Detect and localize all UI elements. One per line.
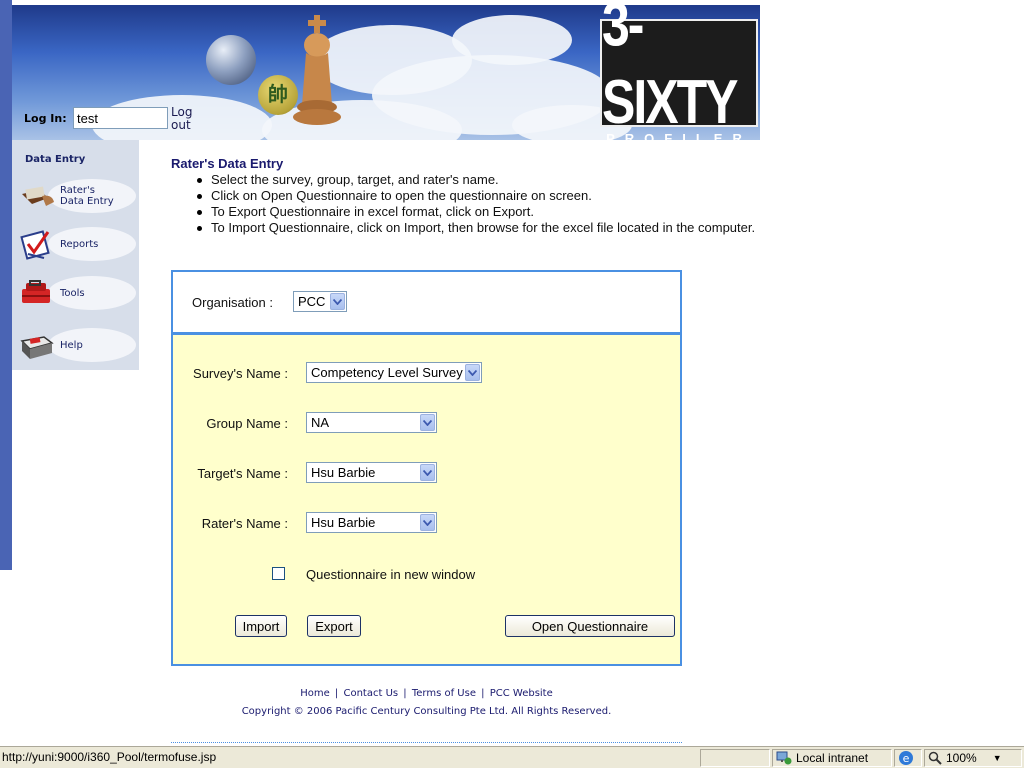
footer-link-contact-us[interactable]: Contact Us: [343, 688, 398, 699]
chess-king-icon: [293, 15, 341, 125]
zoom-control[interactable]: 100% ▼: [924, 749, 1022, 767]
group-name-label: Group Name :: [206, 416, 288, 431]
divider: [171, 742, 682, 745]
chevron-down-icon: [420, 414, 435, 431]
instruction-item: To Export Questionnaire in excel format,…: [195, 204, 755, 220]
security-zone: Local intranet: [772, 749, 892, 767]
svg-text:e: e: [903, 752, 910, 765]
zoom-icon: [928, 751, 942, 765]
import-button[interactable]: Import: [235, 615, 287, 637]
target-name-label: Target's Name :: [197, 466, 288, 481]
footer-link-home[interactable]: Home: [300, 688, 330, 699]
hand-clipboard-icon: [22, 186, 54, 206]
instruction-item: To Import Questionnaire, click on Import…: [195, 220, 755, 236]
group-name-select[interactable]: NA: [306, 412, 437, 433]
new-window-label: Questionnaire in new window: [306, 567, 476, 582]
page-title: Rater's Data Entry: [171, 156, 284, 171]
footer-link-terms-of-use[interactable]: Terms of Use: [412, 688, 476, 699]
organisation-label: Organisation :: [192, 295, 273, 310]
instruction-item: Click on Open Questionnaire to open the …: [195, 188, 755, 204]
survey-name-label: Survey's Name :: [193, 366, 288, 381]
instruction-item: Select the survey, group, target, and ra…: [195, 172, 755, 188]
ie-protected-mode[interactable]: e: [894, 749, 922, 767]
organisation-select[interactable]: PCC: [293, 291, 347, 312]
logout-link[interactable]: Log out: [171, 106, 192, 132]
sidebar: Data Entry Rater's Data Entry Reports Too…: [12, 140, 139, 370]
checklist-icon: [20, 230, 50, 260]
browser-status-bar: http://yuni:9000/i360_Pool/termofuse.jsp…: [0, 746, 1024, 768]
chevron-down-icon: [330, 293, 345, 310]
copyright-text: Copyright © 2006 Pacific Century Consult…: [241, 706, 612, 717]
sidebar-title: Data Entry: [25, 154, 86, 165]
left-stripe: [0, 0, 12, 570]
sidebar-item-tools[interactable]: Tools: [18, 273, 136, 313]
status-url: http://yuni:9000/i360_Pool/termofuse.jsp: [2, 750, 217, 764]
ie-icon: e: [899, 751, 913, 765]
rater-name-select[interactable]: Hsu Barbie: [306, 512, 437, 533]
intranet-icon: [776, 751, 792, 765]
sidebar-item-raters-data-entry[interactable]: Rater's Data Entry: [18, 176, 136, 216]
footer-links: Home | Contact Us | Terms of Use | PCC W…: [300, 688, 553, 699]
rater-name-label: Rater's Name :: [201, 516, 288, 531]
toolbox-icon: [22, 280, 50, 303]
footer-link-pcc-website[interactable]: PCC Website: [490, 688, 553, 699]
login-input[interactable]: [73, 107, 168, 129]
export-button[interactable]: Export: [307, 615, 361, 637]
survey-name-select[interactable]: Competency Level Survey: [306, 362, 482, 383]
sidebar-item-help[interactable]: Help: [18, 325, 136, 365]
chevron-down-icon: ▼: [992, 753, 1002, 763]
new-window-checkbox[interactable]: [272, 567, 285, 580]
login-label: Log In:: [24, 112, 67, 125]
three-sixty-logo: 3-SIXTY PROFILER: [600, 5, 758, 140]
open-questionnaire-button[interactable]: Open Questionnaire: [505, 615, 675, 637]
chevron-down-icon: [420, 514, 435, 531]
instructions-list: Select the survey, group, target, and ra…: [195, 172, 755, 236]
target-name-select[interactable]: Hsu Barbie: [306, 462, 437, 483]
sphere-decoration: [206, 35, 256, 85]
help-box-icon: [20, 336, 54, 359]
chevron-down-icon: [465, 364, 480, 381]
sidebar-item-reports[interactable]: Reports: [18, 224, 136, 264]
chevron-down-icon: [420, 464, 435, 481]
